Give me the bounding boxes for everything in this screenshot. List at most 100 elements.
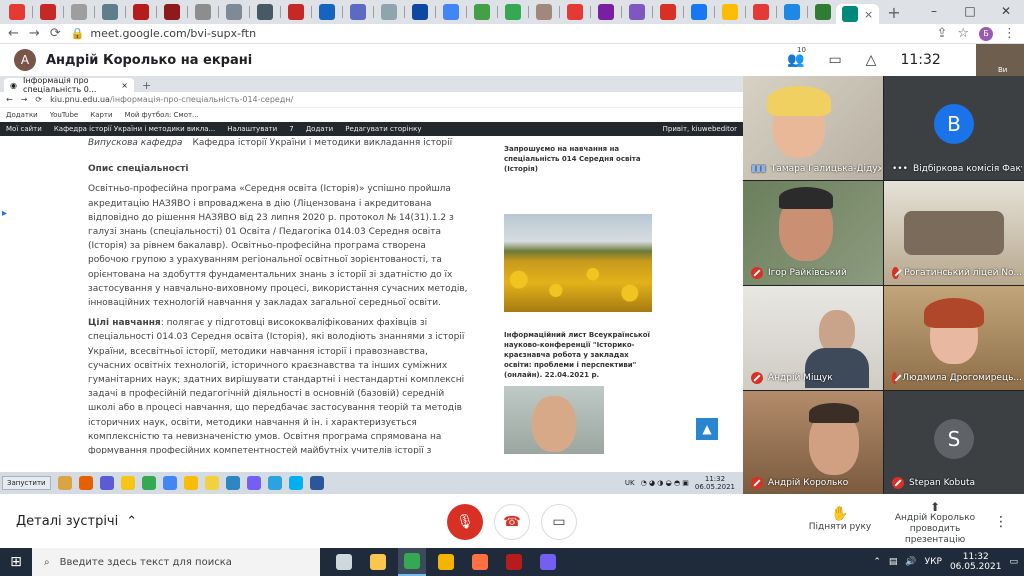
speaking-icon: ▮▮▮ xyxy=(751,164,766,174)
word-icon xyxy=(309,476,324,490)
folder-icon xyxy=(204,476,219,490)
pdf-tab-icon[interactable] xyxy=(40,4,56,20)
participant-hair xyxy=(779,187,833,209)
presenting-button[interactable]: ⬆ Андрій Королько проводить презентацію xyxy=(880,501,990,546)
url-text: meet.google.com/bvi-supx-ftn xyxy=(90,27,257,40)
activities-icon[interactable]: △ xyxy=(866,52,877,68)
windows-start-icon[interactable]: ⊞ xyxy=(0,548,32,576)
shared-app-icon xyxy=(120,476,135,490)
star-icon[interactable]: ☆ xyxy=(957,26,969,41)
tab-icon-sunflower[interactable] xyxy=(567,4,583,20)
tab-icon-red[interactable] xyxy=(133,4,149,20)
tab-icon-p[interactable] xyxy=(753,4,769,20)
tab-icon-red-2[interactable] xyxy=(164,4,180,20)
orange-app[interactable] xyxy=(466,548,494,576)
menu-icon[interactable]: ⋮ xyxy=(1003,26,1016,41)
department-row: Випускова кафедра Кафедра історії Україн… xyxy=(88,136,468,150)
globe-tab-icon[interactable] xyxy=(71,4,87,20)
tab-icon-shield[interactable] xyxy=(288,4,304,20)
camera-toggle-button[interactable]: ▭ xyxy=(541,504,577,540)
participant-tile[interactable]: S Stepan Kobuta xyxy=(884,391,1024,495)
file-explorer-app[interactable] xyxy=(364,548,392,576)
tab-separator xyxy=(745,6,746,18)
participant-hair xyxy=(809,403,859,423)
tab-icon-bookmark[interactable] xyxy=(784,4,800,20)
folder-app[interactable] xyxy=(432,548,460,576)
tab-icon-c[interactable] xyxy=(598,4,614,20)
minimize-icon[interactable]: – xyxy=(916,0,952,24)
tab-icon-circle[interactable] xyxy=(350,4,366,20)
tab-icon-lb[interactable] xyxy=(319,4,335,20)
participant-tile[interactable]: B •••Відбіркова комісія Факу... xyxy=(884,76,1024,180)
tab-icon-ebs[interactable] xyxy=(381,4,397,20)
participants-icon[interactable]: 👥 10 xyxy=(787,46,806,68)
participant-tile[interactable]: Ігор Райківський xyxy=(743,181,883,285)
chrome-app-icon xyxy=(404,553,420,569)
raise-hand-button[interactable]: ✋ Підняти руку xyxy=(806,506,874,532)
gmail-tab-icon[interactable] xyxy=(660,4,676,20)
wp-admin-item: Мої сайти xyxy=(6,125,42,133)
close-window-icon[interactable]: ✕ xyxy=(988,0,1024,24)
mic-toggle-button[interactable]: 🎙 xyxy=(447,504,483,540)
maximize-icon[interactable]: □ xyxy=(952,0,988,24)
taskbar-search[interactable]: ⌕ Введите здесь текст для поиска xyxy=(32,548,320,576)
participant-name: Андрій Міщук xyxy=(751,372,833,384)
maps-tab-icon[interactable] xyxy=(9,4,25,20)
tab-icon-t[interactable] xyxy=(474,4,490,20)
reload-icon[interactable]: ⟳ xyxy=(50,26,61,41)
self-view: Ви xyxy=(976,44,1024,76)
google-tab-icon-2[interactable] xyxy=(505,4,521,20)
more-options-icon[interactable]: ⋮ xyxy=(994,514,1008,530)
folder-app-icon xyxy=(438,554,454,570)
share-icon[interactable]: ⇪ xyxy=(936,26,947,41)
facebook-tab-icon[interactable] xyxy=(691,4,707,20)
tab-icon-db[interactable] xyxy=(102,4,118,20)
tab-separator xyxy=(63,6,64,18)
tab-icon-avatar[interactable] xyxy=(536,4,552,20)
taskbar-apps xyxy=(330,548,562,576)
profile-avatar[interactable]: Б xyxy=(979,26,993,41)
google-tab-icon[interactable] xyxy=(443,4,459,20)
meeting-details-button[interactable]: Деталі зустрічі ⌃ xyxy=(16,514,137,529)
tab-separator xyxy=(776,6,777,18)
google-tab-icon-3[interactable] xyxy=(722,4,738,20)
tab-icon-g[interactable] xyxy=(815,4,831,20)
tab-icon-globe[interactable] xyxy=(226,4,242,20)
tab-icon-docs[interactable] xyxy=(629,4,645,20)
back-icon[interactable]: ← xyxy=(8,26,19,41)
url-field[interactable]: 🔒 meet.google.com/bvi-supx-ftn xyxy=(71,27,927,40)
chrome-app[interactable] xyxy=(398,548,426,576)
forward-icon[interactable]: → xyxy=(29,26,40,41)
filezilla-app[interactable] xyxy=(500,548,528,576)
tab-separator xyxy=(280,6,281,18)
new-tab-icon[interactable]: + xyxy=(887,3,900,22)
participant-tile[interactable]: Андрій Міщук xyxy=(743,286,883,390)
tab-separator xyxy=(32,6,33,18)
tray-chevron-icon[interactable]: ⌃ xyxy=(873,557,881,567)
participant-tile[interactable]: Людмила Дрогомирець... xyxy=(884,286,1024,390)
participant-grid: ▮▮▮ Тамара Галицька-Дідух B ••• Відбіркова… xyxy=(743,76,1024,495)
viber-app[interactable] xyxy=(534,548,562,576)
task-view-app-icon xyxy=(336,554,352,570)
volume-icon[interactable]: 🔊 xyxy=(905,557,916,567)
taskbar-clock[interactable]: 11:32 06.05.2021 xyxy=(950,552,1002,572)
participant-tile[interactable]: Рогатинський ліцей No... xyxy=(884,181,1024,285)
lang-indicator[interactable]: УКР xyxy=(925,557,942,567)
tray-icons: ◔ ◕ ◑ ◒ ◓ ▣ xyxy=(640,479,689,487)
tab-icon-gauge[interactable] xyxy=(195,4,211,20)
active-tab[interactable]: × xyxy=(836,4,880,24)
participant-hair xyxy=(924,298,984,328)
participant-tile[interactable]: ▮▮▮ Тамара Галицька-Дідух xyxy=(743,76,883,180)
participant-tile[interactable]: Андрій Королько xyxy=(743,391,883,495)
tab-icon-lb-2[interactable] xyxy=(412,4,428,20)
hang-up-button[interactable]: ☎ xyxy=(494,504,530,540)
notification-icon[interactable]: ▭ xyxy=(1009,557,1018,567)
task-view-app[interactable] xyxy=(330,548,358,576)
network-icon[interactable]: ▤ xyxy=(889,557,898,567)
tab-separator xyxy=(559,6,560,18)
tab-separator xyxy=(652,6,653,18)
tab-icon-ship[interactable] xyxy=(257,4,273,20)
tab-close-icon[interactable]: × xyxy=(864,8,873,21)
chat-icon[interactable]: ▭ xyxy=(828,52,841,68)
department-label: Випускова кафедра xyxy=(88,138,183,148)
